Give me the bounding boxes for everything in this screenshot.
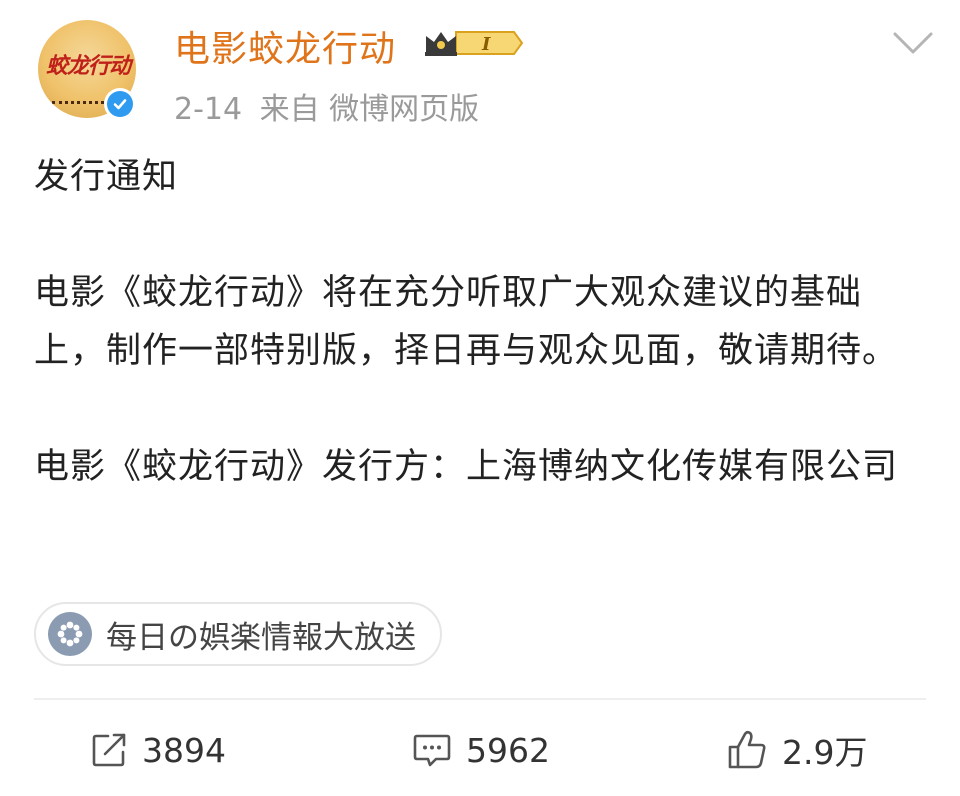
post-paragraph-title: 发行通知: [34, 157, 179, 197]
crown-badge-icon[interactable]: I: [422, 26, 526, 60]
like-button[interactable]: 2.9万: [726, 710, 867, 790]
repost-button[interactable]: 3894: [90, 710, 226, 790]
chevron-down-icon[interactable]: [892, 30, 934, 56]
comment-button[interactable]: 5962: [412, 710, 550, 790]
repost-icon: [92, 733, 126, 767]
post-paragraph-publisher: 电影《蛟龙行动》发行方：上海博纳文化传媒有限公司: [34, 447, 899, 487]
post-source[interactable]: 来自 微博网页版: [260, 92, 480, 127]
verified-icon: [104, 88, 136, 120]
like-count: 2.9万: [782, 733, 868, 772]
action-bar: 3894 5962 2.9万: [0, 710, 960, 790]
topic-icon: [48, 612, 92, 656]
badge-level: I: [481, 34, 491, 55]
comment-count: 5962: [466, 730, 550, 770]
post-content: 发行通知 电影《蛟龙行动》将在充分听取广大观众建议的基础上，制作一部特别版，择日…: [34, 148, 924, 496]
post-date: 2-14: [174, 92, 243, 127]
post-paragraph-body: 电影《蛟龙行动》将在充分听取广大观众建议的基础上，制作一部特别版，择日再与观众见…: [34, 273, 899, 371]
repost-count: 3894: [142, 730, 226, 770]
avatar-logo-text: 蛟龙行动: [46, 53, 131, 79]
comment-icon: [413, 734, 451, 767]
topic-label: 每日の娯楽情報大放送: [106, 619, 416, 656]
post-header: 蛟龙行动 电影蛟龙行动 I 2-14 来自 微博网页版: [0, 0, 960, 140]
topic-tag[interactable]: 每日の娯楽情報大放送: [34, 602, 442, 666]
post-meta: 2-14 来自 微博网页版: [174, 84, 487, 128]
account-name[interactable]: 电影蛟龙行动: [174, 20, 396, 72]
like-icon: [728, 730, 766, 769]
divider: [34, 698, 926, 700]
